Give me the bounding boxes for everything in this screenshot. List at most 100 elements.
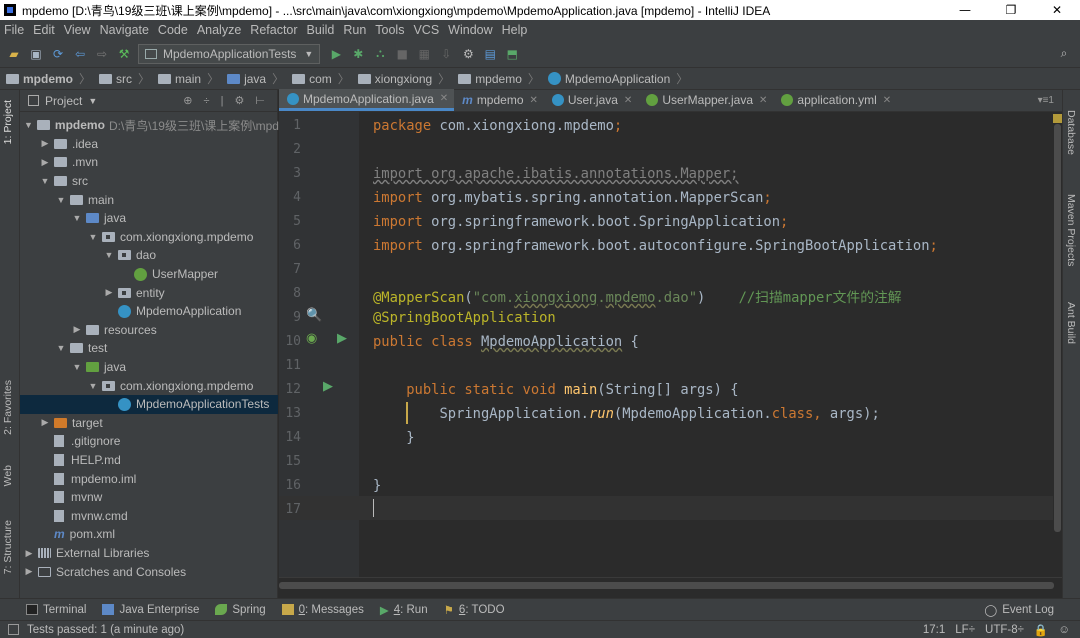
tree-node[interactable]: mvnw.cmd	[20, 507, 278, 526]
tree-node[interactable]: MpdemoApplicationTests	[20, 395, 278, 414]
menu-navigate[interactable]: Navigate	[100, 23, 149, 37]
line-number[interactable]: 9	[279, 310, 301, 325]
stop-icon[interactable]: ■	[394, 46, 410, 62]
expanded-arrow-icon[interactable]: ▼	[88, 381, 98, 391]
breadcrumb-item[interactable]: MpdemoApplication 〉	[547, 70, 688, 87]
save-icon[interactable]: ▣	[28, 46, 44, 62]
menu-run[interactable]: Run	[343, 23, 366, 37]
file-encoding[interactable]: UTF-8÷	[985, 624, 1024, 636]
tree-node[interactable]: ▼ test	[20, 339, 278, 358]
editor-tab[interactable]: MpdemoApplication.java ✕	[279, 89, 455, 111]
line-number[interactable]: 2	[279, 142, 301, 157]
tree-node[interactable]: ▶ resources	[20, 321, 278, 340]
tree-node[interactable]: .gitignore	[20, 432, 278, 451]
plugin-icon[interactable]: ⬒	[504, 46, 520, 62]
breadcrumb-item[interactable]: mpdemo 〉	[458, 70, 540, 87]
close-tab-icon[interactable]: ✕	[759, 95, 767, 106]
tree-node[interactable]: ▼ main	[20, 190, 278, 209]
line-number[interactable]: 16	[279, 478, 301, 493]
minimize-button[interactable]: —	[942, 0, 988, 20]
tree-node[interactable]: ▶ target	[20, 414, 278, 433]
menu-build[interactable]: Build	[307, 23, 335, 37]
line-number[interactable]: 1	[279, 118, 301, 133]
expanded-arrow-icon[interactable]: ▼	[104, 250, 114, 260]
tree-node[interactable]: ▼ java	[20, 358, 278, 377]
tree-node[interactable]: ▼ src	[20, 172, 278, 191]
collapsed-arrow-icon[interactable]: ▶	[72, 324, 82, 335]
tree-node[interactable]: ▼ dao	[20, 246, 278, 265]
tree-node[interactable]: UserMapper	[20, 265, 278, 284]
tree-node[interactable]: ▼ com.xiongxiong.mpdemo	[20, 228, 278, 247]
run-configuration-select[interactable]: MpdemoApplicationTests ▼	[138, 43, 321, 64]
project-panel-actions-icon[interactable]: ⊕ ÷ | ⚙ ⊢	[183, 94, 269, 107]
tree-node[interactable]: mvnw	[20, 488, 278, 507]
tree-node[interactable]: ▼ mpdemo D:\青鸟\19级三班\课上案例\mpder	[20, 116, 290, 135]
line-number[interactable]: 5	[279, 214, 301, 229]
tree-node[interactable]: ▶ Scratches and Consoles	[20, 562, 278, 581]
settings-wrench-icon[interactable]: ⚙	[460, 46, 476, 62]
tab-list-icon[interactable]: ▾≡1	[1038, 95, 1054, 106]
menu-code[interactable]: Code	[158, 23, 188, 37]
collapsed-arrow-icon[interactable]: ▶	[24, 548, 34, 559]
build-icon[interactable]: ⚒	[116, 46, 132, 62]
update-icon[interactable]: ⇩	[438, 46, 454, 62]
open-folder-icon[interactable]: ▰	[6, 46, 22, 62]
tree-node[interactable]: ▼ java	[20, 209, 278, 228]
line-number[interactable]: 8	[279, 286, 301, 301]
tool-spring[interactable]: Spring	[215, 604, 266, 616]
line-number[interactable]: 7	[279, 262, 301, 277]
run-class-icon[interactable]: ▶	[337, 331, 347, 346]
status-message[interactable]: Tests passed: 1 (a minute ago)	[27, 624, 184, 636]
caret-position[interactable]: 17:1	[923, 624, 945, 636]
tab-web[interactable]: Web	[2, 465, 14, 486]
menu-vcs[interactable]: VCS	[413, 23, 439, 37]
tab-structure[interactable]: 7: Structure	[2, 520, 14, 574]
tab-database[interactable]: Database	[1065, 110, 1077, 155]
inspection-marker[interactable]	[1053, 114, 1062, 123]
tool-event-log[interactable]: ◯ Event Log	[984, 603, 1054, 617]
collapsed-arrow-icon[interactable]: ▶	[24, 566, 34, 577]
breadcrumb-item[interactable]: java 〉	[227, 70, 284, 87]
tool-messages[interactable]: 0: Messages	[281, 604, 364, 616]
menu-refactor[interactable]: Refactor	[250, 23, 297, 37]
close-tab-icon[interactable]: ✕	[624, 95, 632, 106]
tab-maven-projects[interactable]: Maven Projects	[1065, 194, 1077, 266]
editor-tab[interactable]: application.yml ✕	[773, 89, 897, 111]
line-number[interactable]: 15	[279, 454, 301, 469]
line-number[interactable]: 3	[279, 166, 301, 181]
editor-vertical-scrollbar[interactable]	[1053, 112, 1062, 577]
expanded-arrow-icon[interactable]: ▼	[40, 176, 50, 186]
line-number[interactable]: 17	[279, 502, 301, 517]
editor-tab[interactable]: m mpdemo ✕	[454, 89, 544, 111]
project-panel-title[interactable]: Project	[45, 94, 82, 108]
debug-icon[interactable]: ✱	[350, 46, 366, 62]
close-tab-icon[interactable]: ✕	[440, 93, 448, 104]
expanded-arrow-icon[interactable]: ▼	[72, 362, 82, 372]
tree-node[interactable]: ▶ .idea	[20, 135, 278, 154]
editor-horizontal-scrollbar[interactable]	[279, 577, 1062, 598]
close-tab-icon[interactable]: ✕	[530, 95, 538, 106]
line-number[interactable]: 4	[279, 190, 301, 205]
tree-node[interactable]: m pom.xml	[20, 525, 278, 544]
collapsed-arrow-icon[interactable]: ▶	[40, 417, 50, 428]
collapsed-arrow-icon[interactable]: ▶	[104, 287, 114, 298]
tree-node[interactable]: MpdemoApplication	[20, 302, 278, 321]
menu-window[interactable]: Window	[448, 23, 492, 37]
collapsed-arrow-icon[interactable]: ▶	[40, 157, 50, 168]
sync-icon[interactable]: ⟳	[50, 46, 66, 62]
line-number[interactable]: 13	[279, 406, 301, 421]
tool-todo[interactable]: ⚑ 6: TODO	[444, 603, 505, 617]
editor-tab[interactable]: UserMapper.java ✕	[638, 89, 773, 111]
tool-java-enterprise[interactable]: Java Enterprise	[102, 604, 199, 616]
line-number[interactable]: 12	[279, 382, 301, 397]
tree-node[interactable]: ▶ entity	[20, 283, 278, 302]
editor-tab[interactable]: User.java ✕	[544, 89, 638, 111]
line-number[interactable]: 10	[279, 334, 301, 349]
bean-search-icon[interactable]: 🔍	[306, 308, 322, 323]
menu-analyze[interactable]: Analyze	[197, 23, 241, 37]
sdk-icon[interactable]: ▦	[416, 46, 432, 62]
run-icon[interactable]: ▶	[328, 46, 344, 62]
tab-ant-build[interactable]: Ant Build	[1065, 302, 1077, 344]
menu-file[interactable]: File	[4, 23, 24, 37]
menu-edit[interactable]: Edit	[33, 23, 55, 37]
